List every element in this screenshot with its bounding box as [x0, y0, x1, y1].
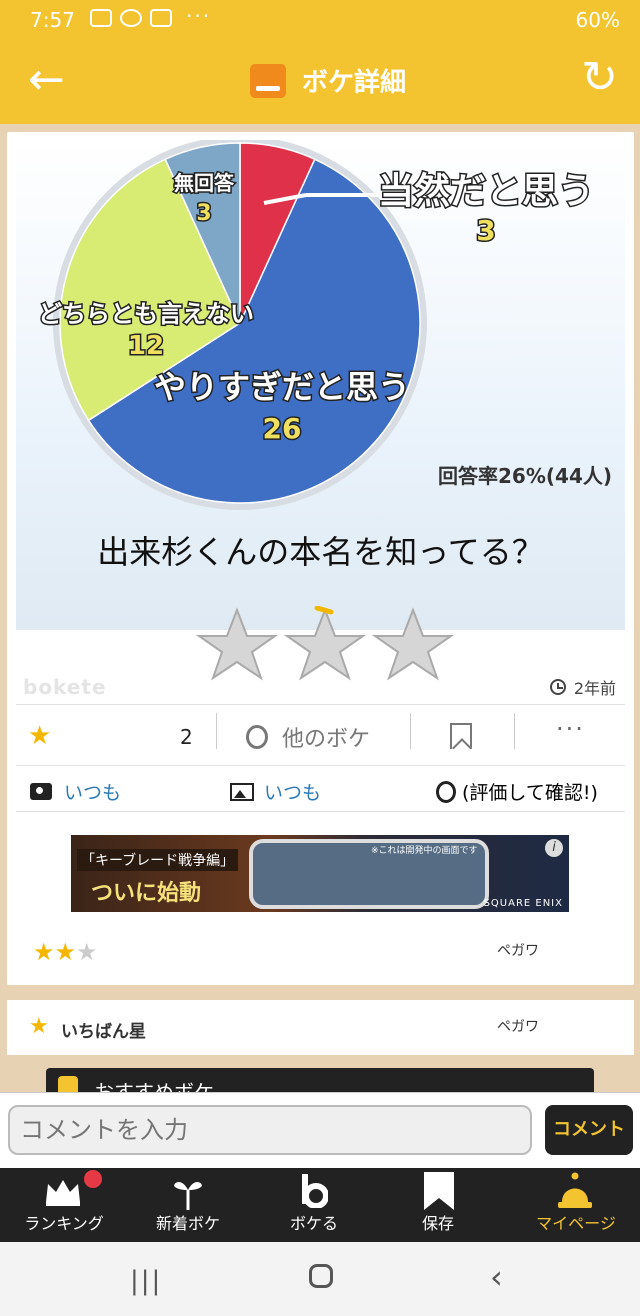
boke-detail-icon — [250, 63, 286, 98]
divider — [514, 713, 515, 749]
bokete-watermark: bokete — [23, 675, 107, 699]
rating-hint[interactable]: (評価して確認!) — [436, 778, 598, 805]
post-time: 2年前 — [549, 675, 616, 699]
rate-star-2[interactable] — [283, 607, 367, 681]
best-star-user[interactable]: ペガワ — [497, 1016, 539, 1036]
rate-star-1[interactable] — [195, 607, 279, 681]
gallery-notification-icon — [90, 9, 112, 27]
ad-tag: 「キーブレード戦争編」 — [77, 849, 239, 871]
nav-ranking[interactable]: ランキング — [0, 1168, 128, 1242]
rater-name[interactable]: ペガワ — [497, 940, 539, 960]
value-dochira: 12 — [128, 331, 164, 361]
response-rate-note: 回答率26%(44人) — [438, 464, 612, 488]
more-options-icon[interactable]: ··· — [556, 715, 585, 743]
value-yarisugi: 26 — [263, 412, 302, 445]
value-touzen: 3 — [476, 214, 495, 247]
line-notification-icon — [120, 9, 142, 27]
bookmark-icon — [424, 1172, 454, 1210]
best-star-label: いちばん星 — [61, 1022, 146, 1042]
favorite-count: 2 — [180, 725, 193, 749]
label-dochira: どちらとも言えない — [38, 300, 254, 328]
nav-boke[interactable]: ボケる — [250, 1168, 378, 1242]
divider — [410, 713, 411, 749]
image-credit[interactable]: いつも — [230, 778, 321, 805]
nav-new[interactable]: 新着ボケ — [124, 1168, 252, 1242]
more-notifications-icon: ··· — [186, 4, 212, 28]
ad-headline: ついに始動 — [91, 881, 202, 906]
page-title: ボケ詳細 — [302, 68, 407, 98]
score-star-on-icon: ★ — [54, 938, 77, 966]
image-credit-link[interactable]: いつも — [264, 778, 321, 805]
other-boke-label: 他のボケ — [282, 727, 371, 752]
system-back-icon[interactable]: ‹ — [490, 1258, 503, 1296]
rate-hint-mark — [314, 606, 334, 615]
boke-card: 当然だと思う 3 やりすぎだと思う 26 どちらとも言えない 12 無回答 3 … — [7, 132, 634, 985]
photo-credit-link[interactable]: いつも — [64, 778, 121, 805]
crown-icon — [46, 1180, 80, 1206]
other-boke-button[interactable]: 他のボケ — [246, 721, 370, 753]
divider — [216, 713, 217, 749]
rate-star-3[interactable] — [371, 607, 455, 681]
nav-label: マイページ — [536, 1214, 616, 1233]
ad-banner[interactable]: 「キーブレード戦争編」 ついに始動 ※これは開発中の画面です i SQUARE … — [71, 835, 569, 912]
battery-level: 60% — [575, 8, 620, 32]
ad-info-icon[interactable]: i — [545, 839, 563, 857]
bokete-b-icon — [302, 1174, 328, 1208]
bokete-b-icon — [436, 780, 456, 803]
best-star-card: ★ いちばん星 ペガワ — [7, 1000, 634, 1055]
time-ago-text: 2年前 — [573, 679, 616, 698]
photo-credit[interactable]: いつも — [30, 778, 121, 805]
nav-label: 新着ボケ — [155, 1214, 220, 1233]
rating-stars[interactable] — [195, 606, 455, 686]
score-star-on-icon: ★ — [33, 938, 55, 966]
image-icon — [230, 782, 254, 801]
status-bar: 7:57 ··· 60% — [0, 0, 640, 40]
nav-label: ボケる — [289, 1214, 338, 1233]
star-icon: ★ — [29, 1014, 49, 1039]
score-star-off-icon: ★ — [76, 938, 98, 966]
app-bar: ← ボケ詳細 ↻ — [0, 40, 640, 124]
title-wrap: ボケ詳細 — [250, 62, 406, 99]
status-time: 7:57 — [30, 8, 75, 32]
sprout-icon — [174, 1182, 202, 1210]
nav-save[interactable]: 保存 — [374, 1168, 502, 1242]
nav-label: 保存 — [421, 1214, 454, 1233]
clock-icon — [549, 679, 566, 695]
bokete-b-icon — [246, 725, 268, 749]
app-notification-icon — [150, 9, 172, 27]
boke-caption: 出来杉くんの本名を知ってる？ — [97, 533, 544, 571]
comment-button[interactable]: コメント — [545, 1105, 633, 1155]
bottom-nav: ランキング 新着ボケ ボケる 保存 マイページ — [0, 1168, 640, 1242]
meta-row: いつも いつも (評価して確認!) — [16, 766, 625, 812]
recent-apps-icon[interactable]: ||| — [130, 1266, 162, 1296]
camera-icon — [30, 783, 52, 800]
bell-icon — [558, 1172, 592, 1208]
nav-label: ランキング — [24, 1214, 104, 1233]
rating-hint-text: (評価して確認!) — [462, 782, 598, 804]
comment-bar: コメント — [0, 1092, 640, 1168]
favorite-star-icon[interactable]: ★ — [28, 723, 51, 749]
label-touzen: 当然だと思う — [378, 170, 594, 212]
label-mukaitou: 無回答 — [174, 171, 235, 195]
nav-mypage[interactable]: マイページ — [512, 1168, 640, 1242]
score-stars: ★★★ — [33, 938, 98, 966]
label-yarisugi: やりすぎだと思う — [154, 368, 410, 406]
refresh-icon[interactable]: ↻ — [581, 56, 618, 100]
home-icon[interactable] — [309, 1264, 333, 1288]
ad-brand: SQUARE ENIX — [483, 898, 563, 909]
system-nav: ||| ‹ — [0, 1242, 640, 1316]
action-bar: ★ 2 他のボケ ··· — [16, 704, 625, 766]
bookmark-icon[interactable] — [450, 723, 472, 749]
back-arrow-icon[interactable]: ← — [28, 58, 65, 102]
ad-note: ※これは開発中の画面です — [371, 846, 478, 856]
value-mukaitou: 3 — [196, 201, 211, 226]
comment-input[interactable] — [8, 1105, 532, 1155]
notification-badge — [84, 1170, 102, 1188]
